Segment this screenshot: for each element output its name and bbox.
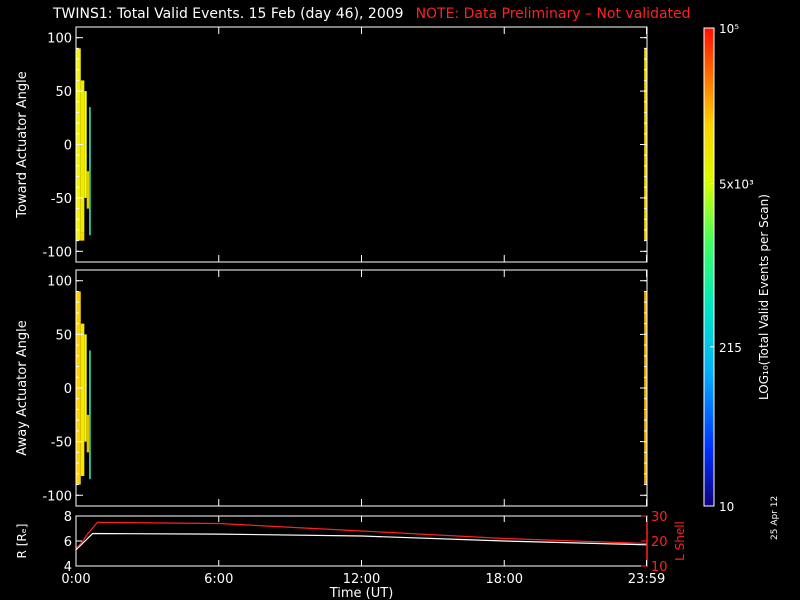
y-tick-label: 100 <box>47 275 72 290</box>
heatmap-cell <box>86 171 90 209</box>
y-tick-label: -100 <box>42 245 72 260</box>
heatmap-cell <box>80 323 85 476</box>
y-tick-label: -50 <box>51 436 72 451</box>
heatmap-cell <box>89 107 91 236</box>
colorbar-tick-label: 215 <box>719 341 742 355</box>
heatmap-cell <box>86 414 90 453</box>
ephemeris-panel: 8643020100:00 6:00 12:00 18:00 23:59Time (UT… <box>15 510 687 600</box>
y-tick-label: 6 <box>64 535 72 550</box>
heatmap-cell <box>80 80 85 233</box>
x-tick-label: 18:00 <box>486 572 523 587</box>
title-text: TWINS1: Total Valid Events. 15 Feb (day … <box>53 6 404 22</box>
date-stamp: 25 Apr 12 <box>770 495 780 540</box>
y2-tick-label: 20 <box>651 535 668 550</box>
y-axis-label: R [Rₑ] <box>15 524 29 559</box>
heatmap-cell <box>89 350 91 480</box>
angle-panel-1: 100 50 0 -50 -100 Toward Actuator Angle <box>15 26 648 263</box>
y-tick-label: 50 <box>55 328 72 343</box>
x-tick-label: 6:00 <box>204 572 233 587</box>
y-tick-label: 50 <box>55 85 72 100</box>
plot-frame <box>75 26 648 263</box>
y-axis-label: Away Actuator Angle <box>15 320 30 455</box>
y-tick-label: 100 <box>47 32 72 47</box>
y2-tick-label: 30 <box>651 510 668 525</box>
figure-canvas: 100500-50-100Toward Actuator Angle100500… <box>15 22 771 600</box>
colorbar-tick-label: 5x10³ <box>719 177 754 191</box>
colorbar-tick-label: 10⁵ <box>719 22 739 36</box>
heatmap-cell <box>84 334 87 442</box>
y-tick-label: 0 <box>64 139 72 154</box>
plot-frame <box>75 269 648 507</box>
y2-axis-label: L Shell <box>673 521 687 561</box>
y-tick-label: -50 <box>51 192 72 207</box>
x-tick-label: 12:00 <box>343 572 380 587</box>
chart-title: TWINS1: Total Valid Events. 15 Feb (day … <box>53 6 691 22</box>
colorbar: 10⁵ 5x10³ 215 10 LOG₁₀(Total Valid Events pe… <box>703 22 771 514</box>
radius-line <box>75 532 648 551</box>
heatmap-cell <box>80 232 85 241</box>
y-tick-label: 0 <box>64 382 72 397</box>
colorbar-gradient <box>703 27 715 507</box>
colorbar-label: LOG₁₀(Total Valid Events per Scan) <box>757 194 771 400</box>
colorbar-tick-label: 10 <box>719 500 734 514</box>
x-tick-label: 23:59 <box>628 572 665 587</box>
x-tick-label: 0:00 <box>61 572 90 587</box>
heatmap-cell <box>84 91 87 198</box>
y-tick-label: 8 <box>64 510 72 525</box>
y-tick-label: -100 <box>42 489 72 504</box>
angle-panel-2: 100 50 0 -50 -100 Away Actuator Angle <box>15 269 648 507</box>
x-axis-label: Time (UT) <box>329 586 394 600</box>
y-axis-label: Toward Actuator Angle <box>15 71 30 218</box>
preliminary-note: NOTE: Data Preliminary – Not validated <box>415 6 691 22</box>
